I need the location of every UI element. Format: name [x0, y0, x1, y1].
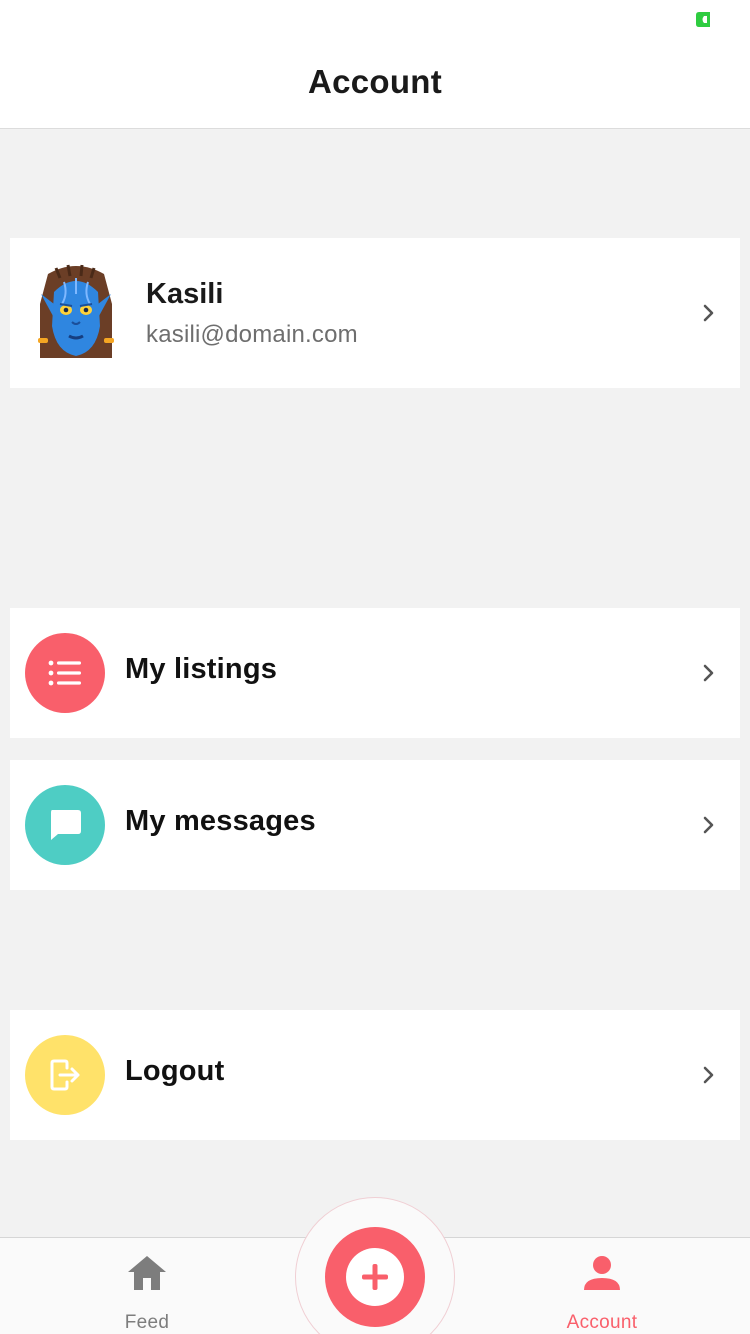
- my-messages-row[interactable]: My messages: [10, 760, 740, 890]
- chat-bubble-icon: [25, 785, 105, 865]
- status-bar: [0, 0, 750, 40]
- logout-label: Logout: [125, 1055, 225, 1087]
- my-listings-label: My listings: [125, 653, 278, 685]
- logout-icon: [25, 1035, 105, 1115]
- profile-info: Kasili kasili@domain.com: [146, 278, 358, 349]
- my-messages-label: My messages: [125, 805, 316, 837]
- logout-row[interactable]: Logout: [10, 1010, 740, 1140]
- person-icon: [584, 1256, 620, 1290]
- chevron-right-icon: [703, 304, 714, 322]
- avatar-alien-icon: [38, 264, 114, 358]
- tab-feed[interactable]: Feed: [72, 1238, 222, 1334]
- add-listing-button[interactable]: [325, 1227, 425, 1327]
- page-title: Account: [307, 63, 443, 100]
- chevron-right-icon: [703, 1066, 714, 1084]
- profile-name: Kasili: [146, 278, 224, 310]
- home-icon: [128, 1256, 166, 1290]
- navigation-bar: Account: [0, 40, 750, 129]
- battery-icon: [696, 12, 710, 27]
- list-icon: [25, 633, 105, 713]
- plus-icon: [346, 1248, 404, 1306]
- chevron-right-icon: [703, 664, 714, 682]
- tab-feed-label: Feed: [124, 1312, 170, 1333]
- my-listings-row[interactable]: My listings: [10, 608, 740, 738]
- profile-card[interactable]: Kasili kasili@domain.com: [10, 238, 740, 388]
- chevron-right-icon: [703, 816, 714, 834]
- tab-account-label: Account: [566, 1312, 638, 1333]
- tab-account[interactable]: Account: [527, 1238, 677, 1334]
- profile-email: kasili@domain.com: [146, 321, 358, 348]
